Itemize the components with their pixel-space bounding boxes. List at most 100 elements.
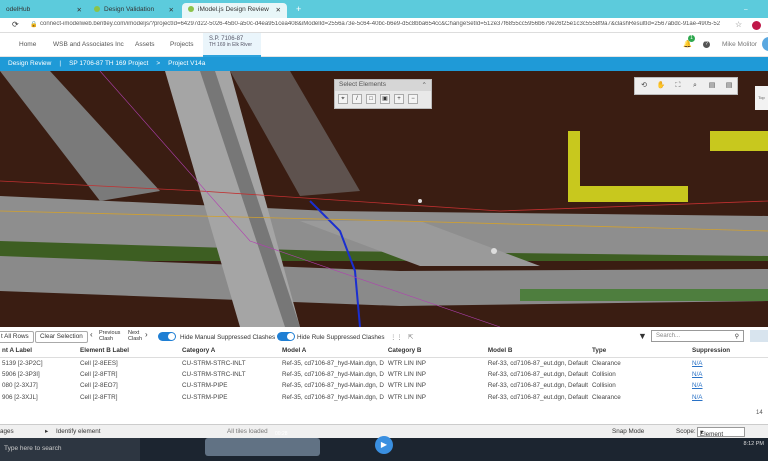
project-name: TH 169 in Elk River [209,42,253,48]
breadcrumb-design-review[interactable]: Design Review [8,60,51,67]
address-bar[interactable]: ⟳ 🔒 connect-imodelweb.bentley.com/imodel… [0,18,768,33]
play-button[interactable]: ▶ [375,436,393,454]
clash-toolbar: t All Rows Clear Selection ‹ Previous Cl… [0,327,768,345]
column-header[interactable]: Category B [385,345,486,358]
tab-design-review[interactable]: iModel.js Design Review ✕ [182,3,287,18]
suppression-link[interactable]: N/A [692,382,703,389]
taskbar-search[interactable]: Type here to search [0,438,140,461]
previous-clash-button[interactable]: Previous Clash [99,330,123,342]
app-header: Home WSB and Associates Inc Assets Proje… [0,33,768,57]
table-cell: CU-STRM-PIPE [180,392,280,404]
url-text[interactable]: connect-imodelweb.bentley.com/imodeljs/?… [40,21,720,27]
chevron-right-icon[interactable]: › [145,330,148,339]
scope-value: Element [700,431,724,438]
fit-view-icon[interactable]: ⛶ [670,79,686,93]
nav-assets[interactable]: Assets [135,41,155,48]
close-icon[interactable]: ✕ [77,6,82,14]
suppress-button[interactable] [750,330,768,342]
breadcrumb-separator: | [59,60,62,67]
collapse-icon[interactable]: ⌃ [422,81,427,89]
cell-text: Cell [2-8EES] [80,359,118,367]
close-icon[interactable]: ✕ [276,6,281,14]
view-undo-icon[interactable]: ▤ [721,79,737,93]
column-header[interactable]: Category A [180,345,280,358]
suppression-link[interactable]: N/A [692,360,703,367]
tiles-status: All tiles loaded [227,428,268,435]
table-row[interactable]: 5906 [2-3P3I] Cell [2-8FTR] CU-STRM-STRC-I… [0,369,768,381]
add-selection-icon[interactable]: + [394,94,404,104]
media-player-controls[interactable]: 00:28 [205,431,320,456]
new-tab-button[interactable]: + [290,1,307,16]
zoom-to-icon[interactable]: ⇱ [408,334,413,341]
table-cell: Ref-35, cd7106-87_hyd-Main.dgn, D [280,380,386,392]
tab-imodelhub[interactable]: odelHub ✕ [0,3,88,18]
chevron-left-icon[interactable]: ‹ [90,330,93,339]
view-cube[interactable]: Top [755,86,768,110]
clear-selection-button[interactable]: Clear Selection [35,331,88,343]
nav-home[interactable]: Home [19,41,36,48]
3d-viewport[interactable] [0,71,768,327]
column-header[interactable]: Type [590,345,690,358]
cell-text: CU-STRM-PIPE [182,393,228,401]
search-icon[interactable]: ⚲ [735,333,739,340]
nav-current-project[interactable]: S.P. 7106-87 TH 169 in Elk River [203,33,261,57]
table-cell: Collision [590,369,690,381]
panel-title: Select Elements [339,81,386,88]
pan-hand-icon[interactable]: ✋ [653,79,669,93]
column-header[interactable]: nt A Label [0,345,78,358]
table-row[interactable]: 906 [2-3XJL] Cell [2-8FTR] CU-STRM-PIPE Ref… [0,392,768,404]
select-mode-icon[interactable]: ▣ [380,94,390,104]
avatar[interactable] [762,37,768,51]
cell-text: CU-STRM-PIPE [182,382,228,390]
expand-icon[interactable]: ⋮⋮ [390,334,403,341]
user-name[interactable]: Mike Molitor [722,41,757,48]
table-row[interactable]: 5139 [2-3P2C] Cell [2-8EES] CU-STRM-STRC-I… [0,357,768,369]
select-point-icon[interactable]: ⌖ [338,94,348,104]
hide-manual-toggle[interactable] [158,332,176,341]
table-cell: 906 [2-3XJL] [0,392,78,404]
hide-rule-toggle[interactable] [277,332,295,341]
reload-icon[interactable]: ⟳ [12,20,19,29]
breadcrumb-project[interactable]: SP 1706-87 TH 169 Project [69,60,148,67]
window-area-icon[interactable]: ▤ [704,79,720,93]
star-icon[interactable]: ☆ [735,20,742,29]
cell-text: Cell [2-8FTR] [80,393,118,401]
cell-text: Clearance [592,393,621,401]
result-count: 14 [756,410,763,416]
column-header[interactable]: Element B Label [78,345,180,358]
zoom-icon[interactable]: ⌕ [687,79,703,93]
search-input[interactable]: Search... ⚲ [651,330,744,342]
nav-projects[interactable]: Projects [170,41,193,48]
tab-label: Design Validation [104,6,155,13]
column-header[interactable]: Model A [280,345,386,358]
tab-design-validation[interactable]: Design Validation ✕ [88,3,180,18]
suppression-link[interactable]: N/A [692,394,703,401]
column-header[interactable]: Model B [485,345,590,358]
column-header[interactable]: Suppression [690,345,768,358]
help-icon[interactable]: ? [703,41,710,48]
remove-selection-icon[interactable]: − [408,94,418,104]
tab-label: odelHub [6,6,31,13]
filter-icon[interactable]: ▼ [638,331,647,341]
table-cell: CU-STRM-STRC-INLT [180,369,280,381]
scope-select[interactable]: Element ▾ [697,427,745,438]
cell-text: Collision [592,382,616,390]
rotate-icon[interactable]: ⟲ [636,79,652,93]
suppression-link[interactable]: N/A [692,371,703,378]
minimize-button[interactable]: – [738,3,754,18]
messages-label[interactable]: ages [0,428,14,435]
select-box-icon[interactable]: □ [366,94,376,104]
next-clash-button[interactable]: Next Clash [128,330,144,342]
breadcrumb-version[interactable]: Project V14a [168,60,205,67]
close-icon[interactable]: ✕ [169,6,174,14]
select-all-rows-button[interactable]: t All Rows [0,331,34,343]
table-row[interactable]: 080 [2-3XJ7] Cell [2-8EO7] CU-STRM-PIPE Ref… [0,380,768,392]
nav-organization[interactable]: WSB and Associates Inc [53,41,124,48]
favicon-icon [94,6,100,12]
table-cell: Ref-35, cd7106-87_hyd-Main.dgn, D [280,392,386,404]
table-cell: Ref-33, cd7106-87_eut.dgn, Default [486,380,590,392]
profile-avatar[interactable] [752,21,761,30]
select-line-icon[interactable]: / [352,94,362,104]
snap-mode-button[interactable]: Snap Mode [612,428,644,435]
tab-label: iModel.js Design Review [198,6,269,13]
